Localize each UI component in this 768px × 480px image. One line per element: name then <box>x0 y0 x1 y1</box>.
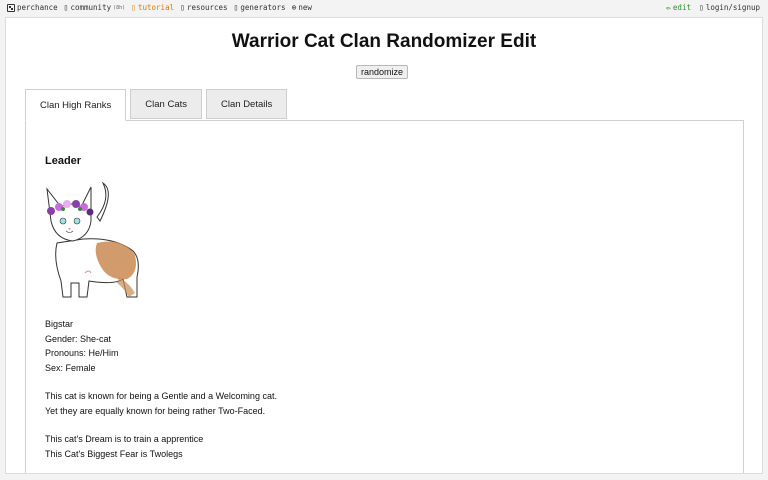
generator-page: Warrior Cat Clan Randomizer Edit randomi… <box>5 17 763 474</box>
tab-panel: Leader Bigstar Gender: She-cat Pronouns:… <box>25 120 744 473</box>
folder-icon: ▯ <box>180 2 185 12</box>
nav-new-label: new <box>298 3 312 12</box>
nav-left: perchance ▯ community (8h) ▯ tutorial ▯ … <box>7 3 312 12</box>
cat-also-known: Yet they are equally known for being rat… <box>45 405 266 416</box>
book-icon: ▯ <box>131 2 136 12</box>
nav-right: ✏ edit ▯ login/signup <box>666 3 760 12</box>
cat-pronouns: Pronouns: He/Him <box>45 348 119 358</box>
tab-clan-high-ranks[interactable]: Clan High Ranks <box>25 89 127 121</box>
cat-image <box>46 181 139 298</box>
community-count: (8h) <box>113 4 126 11</box>
user-icon: ▯ <box>698 2 704 12</box>
cat-dream: This cat's Dream is to train a apprentic… <box>45 434 204 444</box>
nav-generators[interactable]: ▯ generators <box>234 3 286 12</box>
tab-bar: Clan High Ranks Clan Cats Clan Details <box>25 89 288 121</box>
nav-resources-label: resources <box>186 3 228 12</box>
nav-login-label: login/signup <box>705 3 760 12</box>
leader-details: Bigstar Gender: She-cat Pronouns: He/Him… <box>45 317 277 461</box>
chat-icon: ▯ <box>63 2 69 12</box>
tab-clan-cats[interactable]: Clan Cats <box>130 89 203 119</box>
cat-sex: Sex: Female <box>45 362 96 373</box>
randomize-button[interactable]: randomize <box>356 65 409 79</box>
nav-tutorial-label: tutorial <box>137 3 175 12</box>
nav-login[interactable]: ▯ login/signup <box>699 3 760 12</box>
nav-perchance-label: perchance <box>17 3 58 12</box>
cat-fear: This Cat's Biggest Fear is Twolegs <box>45 448 183 459</box>
cat-name: Bigstar <box>45 319 74 329</box>
plus-circle-icon: ⊕ <box>291 2 297 12</box>
cat-gender: Gender: She-cat <box>45 333 112 344</box>
nav-new[interactable]: ⊕ new <box>292 3 312 12</box>
nav-community[interactable]: ▯ community (8h) <box>64 3 126 12</box>
nav-edit-label: edit <box>672 3 691 12</box>
tab-clan-details[interactable]: Clan Details <box>206 89 288 119</box>
cat-known-for: This cat is known for being a Gentle and… <box>45 391 277 401</box>
top-nav: perchance ▯ community (8h) ▯ tutorial ▯ … <box>0 0 768 16</box>
leader-heading: Leader <box>45 155 82 167</box>
nav-tutorial[interactable]: ▯ tutorial <box>131 3 174 12</box>
dice-icon <box>7 3 15 12</box>
nav-resources[interactable]: ▯ resources <box>180 3 227 12</box>
page-title: Warrior Cat Clan Randomizer Edit <box>231 31 537 52</box>
nav-generators-label: generators <box>240 3 286 12</box>
nav-perchance[interactable]: perchance <box>7 3 58 12</box>
nav-community-label: community <box>70 3 112 12</box>
pencil-icon: ✏ <box>666 2 671 12</box>
gear-icon: ▯ <box>233 2 239 12</box>
nav-edit[interactable]: ✏ edit <box>666 3 691 12</box>
